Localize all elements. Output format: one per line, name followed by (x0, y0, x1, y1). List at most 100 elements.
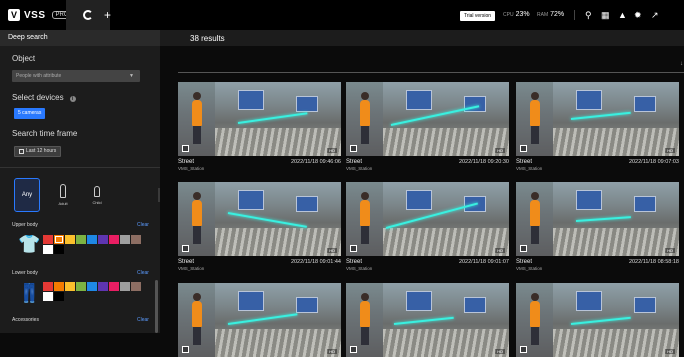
color-swatch[interactable] (120, 282, 130, 291)
expand-icon[interactable] (182, 346, 189, 353)
result-card[interactable]: HD (516, 283, 679, 357)
street-sign (576, 190, 602, 210)
hd-badge: HD (665, 148, 675, 153)
color-swatch[interactable] (131, 235, 141, 244)
result-thumbnail[interactable]: HD (346, 283, 509, 357)
color-swatch[interactable] (65, 282, 75, 291)
color-swatch[interactable] (109, 282, 119, 291)
grid-icon[interactable]: ▦ (601, 10, 610, 20)
select-cameras-button[interactable]: 5 cameras (14, 108, 46, 119)
expand-icon[interactable] (520, 145, 527, 152)
info-icon[interactable]: i (69, 96, 76, 102)
result-thumbnail[interactable]: HD (346, 82, 509, 156)
expand-icon[interactable] (350, 245, 357, 252)
result-thumbnail[interactable]: HD (516, 283, 679, 357)
result-card[interactable]: HD (178, 283, 341, 357)
result-card[interactable]: HD Street 2022/11/18 09:07:03 VMS_Station (516, 82, 679, 171)
crosswalk (215, 329, 341, 357)
lower-body-clear-link[interactable]: Clear (137, 270, 149, 276)
pin-icon[interactable]: ↗ (651, 10, 659, 20)
result-thumbnail[interactable]: HD (178, 182, 341, 256)
person-body (192, 100, 202, 126)
ram-label: RAM (537, 12, 549, 18)
download-icon[interactable]: ↓ (680, 61, 683, 67)
person-body (192, 200, 202, 226)
crosswalk (383, 329, 509, 357)
section-divider (0, 167, 160, 168)
color-swatch[interactable] (98, 282, 108, 291)
upper-body-clear-link[interactable]: Clear (137, 222, 149, 228)
age-adult-option[interactable]: Adult (50, 178, 76, 212)
bell-icon[interactable]: ▲ (618, 10, 627, 20)
color-swatch[interactable] (76, 235, 86, 244)
expand-icon[interactable] (520, 245, 527, 252)
street-sign (238, 190, 264, 210)
accessories-clear-link[interactable]: Clear (137, 317, 149, 323)
expand-icon[interactable] (350, 346, 357, 353)
result-thumbnail[interactable]: HD (516, 82, 679, 156)
color-swatch[interactable] (54, 292, 64, 301)
trial-version-button[interactable]: Trial version (460, 11, 496, 21)
search-icon[interactable]: ⚲ (585, 10, 592, 20)
gear-icon[interactable]: ✹ (634, 10, 642, 20)
color-swatch[interactable] (54, 235, 64, 244)
person-legs (531, 226, 539, 244)
add-tab-button[interactable]: + (104, 8, 111, 22)
color-swatch[interactable] (76, 282, 86, 291)
color-swatch[interactable] (54, 282, 64, 291)
person-head (531, 92, 539, 100)
result-thumbnail[interactable]: HD (346, 182, 509, 256)
street-sign (406, 190, 432, 210)
person-legs (531, 327, 539, 345)
ram-value: 72% (550, 11, 565, 18)
result-card[interactable]: HD Street 2022/11/18 09:01:07 VMS_Station (346, 182, 509, 271)
color-swatch[interactable] (43, 235, 53, 244)
color-swatch[interactable] (120, 235, 130, 244)
color-swatch[interactable] (65, 235, 75, 244)
street-sign (464, 297, 486, 313)
expand-icon[interactable] (182, 145, 189, 152)
result-caption: Street 2022/11/18 09:20:30 (346, 159, 509, 165)
result-device-name: VMS_Station (516, 166, 543, 171)
logo-mark-icon: V (8, 9, 20, 21)
expand-icon[interactable] (182, 245, 189, 252)
age-any-option[interactable]: Any (14, 178, 40, 212)
color-swatch[interactable] (43, 282, 53, 291)
color-swatch[interactable] (54, 245, 64, 254)
person-legs (193, 327, 201, 345)
person-body (192, 301, 202, 327)
timeframe-button[interactable]: Last 12 hours (14, 146, 62, 157)
result-caption: Street 2022/11/18 09:07:03 (516, 159, 679, 165)
result-thumbnail[interactable]: HD (516, 182, 679, 256)
result-card[interactable]: HD Street 2022/11/18 08:58:18 VMS_Station (516, 182, 679, 271)
color-swatch[interactable] (87, 235, 97, 244)
person-legs (193, 126, 201, 144)
expand-icon[interactable] (350, 145, 357, 152)
result-card[interactable]: HD Street 2022/11/18 09:46:06 VMS_Station (178, 82, 341, 171)
object-select[interactable]: People with attribute ▼ (12, 70, 140, 82)
street-sign (634, 96, 656, 112)
result-thumbnail[interactable]: HD (178, 283, 341, 357)
person-head (531, 293, 539, 301)
tshirt-icon: 👕 (18, 234, 41, 254)
person-legs (361, 226, 369, 244)
expand-icon[interactable] (520, 346, 527, 353)
color-swatch[interactable] (98, 235, 108, 244)
color-swatch[interactable] (87, 282, 97, 291)
color-swatch[interactable] (131, 282, 141, 291)
result-card[interactable]: HD (346, 283, 509, 357)
result-thumbnail[interactable]: HD (178, 82, 341, 156)
result-card[interactable]: HD Street 2022/11/18 09:20:30 VMS_Station (346, 82, 509, 171)
person-head (193, 293, 201, 301)
lower-body-color-swatches (43, 282, 141, 301)
deep-search-sidebar: Deep search Object People with attribute… (0, 30, 160, 333)
color-swatch[interactable] (43, 245, 53, 254)
age-child-option[interactable]: Child (84, 178, 110, 212)
color-swatch[interactable] (109, 235, 119, 244)
person-head (361, 92, 369, 100)
color-swatch[interactable] (43, 292, 53, 301)
sidebar-scrollbar[interactable] (155, 280, 158, 333)
result-timestamp: 2022/11/18 09:20:30 (458, 159, 509, 165)
result-card[interactable]: HD Street 2022/11/18 09:01:44 VMS_Station (178, 182, 341, 271)
result-timestamp: 2022/11/18 09:01:07 (458, 259, 509, 265)
